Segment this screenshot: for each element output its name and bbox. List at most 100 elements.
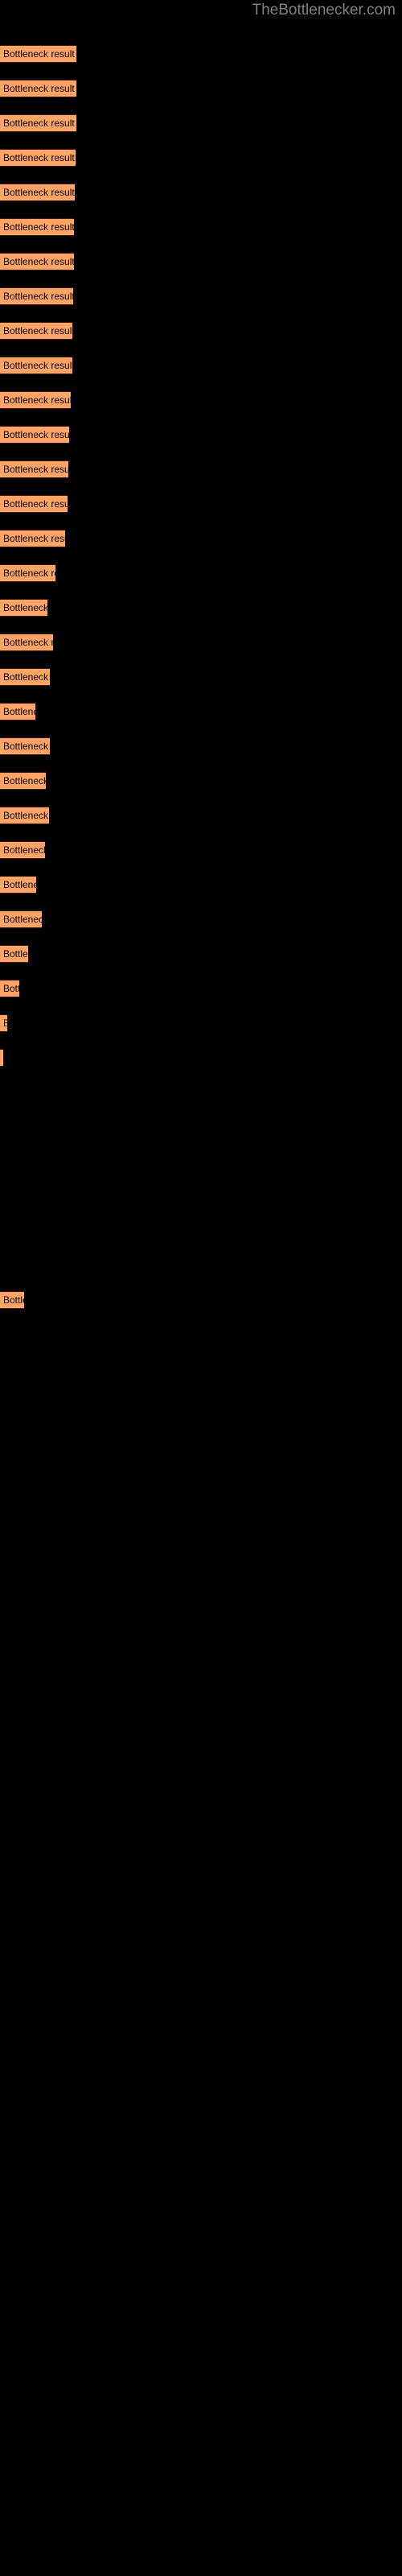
bar-row: Bottleneck result xyxy=(0,668,402,686)
bar-row: Bottleneck result xyxy=(0,253,402,270)
bar-row: Bottleneck result xyxy=(0,1222,402,1240)
bar-row: Bottleneck result xyxy=(0,45,402,63)
bar-row: Bottleneck result xyxy=(0,184,402,201)
bar-clip: Bottleneck result xyxy=(0,564,55,582)
bar-row: Bottleneck result xyxy=(0,495,402,513)
bar-label: Bottleneck result xyxy=(3,1018,7,1029)
bar-row: Bottleneck result xyxy=(0,634,402,651)
bar-row: Bottleneck result xyxy=(0,287,402,305)
bar-label: Bottleneck result xyxy=(3,48,75,60)
bar-label: Bottleneck result xyxy=(3,983,19,994)
bar-row: Bottleneck result xyxy=(0,807,402,824)
bar-clip: Bottleneck result xyxy=(0,703,35,720)
bar-row: Bottleneck result xyxy=(0,218,402,236)
bar-label: Bottleneck result xyxy=(3,394,71,406)
bar-row: Bottleneck result xyxy=(0,322,402,340)
bar-clip: Bottleneck result xyxy=(0,1014,7,1032)
bar-clip: Bottleneck result xyxy=(0,876,36,894)
bar-clip: Bottleneck result xyxy=(0,460,68,478)
bar-label: Bottleneck result xyxy=(3,568,55,579)
bar-label: Bottleneck result xyxy=(3,118,75,129)
bar-label: Bottleneck result xyxy=(3,914,42,925)
bar-row: Bottleneck result xyxy=(0,1187,402,1205)
bar-label: Bottleneck result xyxy=(3,1294,24,1306)
bar-clip: Bottleneck result xyxy=(0,1291,24,1309)
bar-row: Bottleneck result xyxy=(0,737,402,755)
bar-clip: Bottleneck result xyxy=(0,807,49,824)
bar-clip: Bottleneck result xyxy=(0,945,28,963)
bar-label: Bottleneck result xyxy=(3,602,47,613)
bar-label: Bottleneck result xyxy=(3,498,68,510)
bar-row: Bottleneck result xyxy=(0,772,402,790)
bar-row: Bottleneck result xyxy=(0,564,402,582)
bar-row: Bottleneck result xyxy=(0,599,402,617)
bar-clip: Bottleneck result xyxy=(0,426,69,444)
bar-clip: Bottleneck result xyxy=(0,287,73,305)
bar-clip: Bottleneck result xyxy=(0,322,72,340)
bar-row: Bottleneck result xyxy=(0,80,402,97)
bar-label: Bottleneck result xyxy=(3,671,50,683)
bar-label: Bottleneck result xyxy=(3,429,69,440)
bar-row: Bottleneck result xyxy=(0,945,402,963)
bar-row: Bottleneck result xyxy=(0,1430,402,1447)
bar[interactable] xyxy=(0,1049,3,1067)
bar-clip: Bottleneck result xyxy=(0,184,75,201)
bar-row: Bottleneck result xyxy=(0,149,402,167)
bar-label: Bottleneck result xyxy=(3,879,36,890)
bar-clip: Bottleneck result xyxy=(0,910,42,928)
bar-label: Bottleneck result xyxy=(3,533,65,544)
bar-clip: Bottleneck result xyxy=(0,218,74,236)
bar-row: Bottleneck result xyxy=(0,114,402,132)
bar-row: Bottleneck result xyxy=(0,1118,402,1136)
bar-label: Bottleneck result xyxy=(3,637,53,648)
bar-row: Bottleneck result xyxy=(0,910,402,928)
bar-clip: Bottleneck result xyxy=(0,737,50,755)
bar-label: Bottleneck result xyxy=(3,741,50,752)
bar-clip: Bottleneck result xyxy=(0,45,76,63)
bar-row: Bottleneck result xyxy=(0,703,402,720)
bar-label: Bottleneck result xyxy=(3,325,72,336)
bar-label: Bottleneck result xyxy=(3,360,72,371)
bottleneck-chart-root: TheBottlenecker.com Bottleneck result Bot… xyxy=(0,0,402,2576)
bar-row: Bottleneck result xyxy=(0,530,402,547)
bar-row: Bottleneck result xyxy=(0,1084,402,1101)
bar-row: Bottleneck result xyxy=(0,1153,402,1170)
bar-row: Bottleneck result xyxy=(0,460,402,478)
bar-row: Bottleneck result xyxy=(0,1326,402,1344)
bar-clip: Bottleneck result xyxy=(0,149,76,167)
bar-clip: Bottleneck result xyxy=(0,357,72,374)
bar-row: Bottleneck result xyxy=(0,1360,402,1378)
bar-label: Bottleneck result xyxy=(3,948,28,960)
bar-clip: Bottleneck result xyxy=(0,668,50,686)
bar-row: Bottleneck result xyxy=(0,426,402,444)
bar-row: Bottleneck result xyxy=(0,357,402,374)
bar-clip: Bottleneck result xyxy=(0,253,74,270)
bar-label: Bottleneck result xyxy=(3,844,45,856)
bar-row: Bottleneck result xyxy=(0,1291,402,1309)
bar-label: Bottleneck result xyxy=(3,152,75,163)
bar-clip: Bottleneck result xyxy=(0,634,53,651)
bar-row: Bottleneck result xyxy=(0,841,402,859)
bar-clip: Bottleneck result xyxy=(0,391,71,409)
bar-label: Bottleneck result xyxy=(3,221,74,233)
bar-row: Bottleneck result xyxy=(0,876,402,894)
bars-area: Bottleneck result Bottleneck result Bottle… xyxy=(0,0,402,2576)
bar-label: Bottleneck result xyxy=(3,464,68,475)
bar-label: Bottleneck result xyxy=(3,775,46,786)
bar-clip: Bottleneck result xyxy=(0,1049,3,1067)
bar-row: Bottleneck result xyxy=(0,980,402,997)
bar-label: Bottleneck result xyxy=(3,810,49,821)
bar-label: Bottleneck result xyxy=(3,706,35,717)
bar-label: Bottleneck result xyxy=(3,256,74,267)
bar-row: Bottleneck result xyxy=(0,1014,402,1032)
bar-clip: Bottleneck result xyxy=(0,980,19,997)
bar-clip: Bottleneck result xyxy=(0,114,76,132)
bar-clip: Bottleneck result xyxy=(0,841,45,859)
bar-clip: Bottleneck result xyxy=(0,495,68,513)
bar-label: Bottleneck result xyxy=(3,291,73,302)
bar-row: Bottleneck result xyxy=(0,1257,402,1274)
bar-row: Bottleneck result xyxy=(0,1395,402,1413)
bar-clip: Bottleneck result xyxy=(0,772,46,790)
bar-clip: Bottleneck result xyxy=(0,599,47,617)
bar-label: Bottleneck result xyxy=(3,187,75,198)
